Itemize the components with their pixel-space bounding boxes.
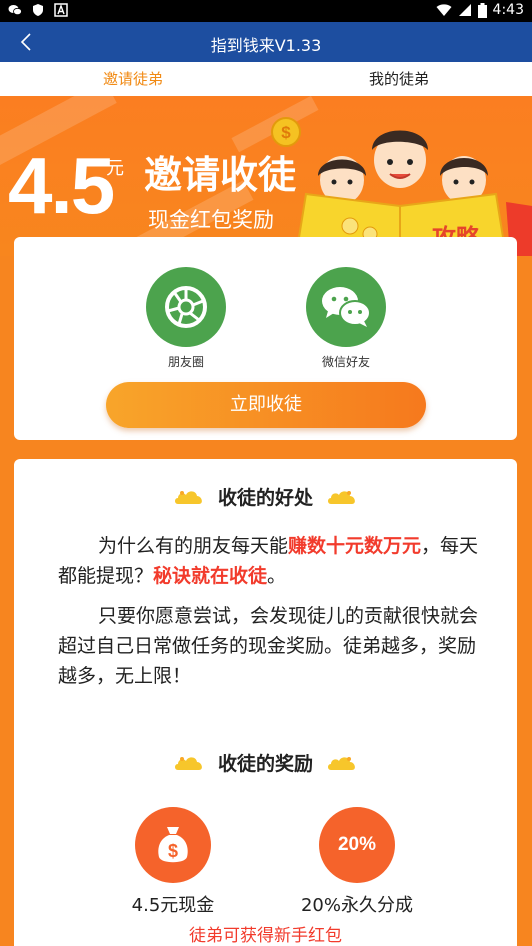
share-wechat-button[interactable]: 微信好友	[286, 267, 406, 370]
newbie-bonus-note: 徒弟可获得新手红包	[189, 926, 342, 946]
wifi-icon	[436, 4, 452, 16]
reward-share-label: 20%永久分成	[300, 895, 413, 916]
benefits-heading: 收徒的好处	[14, 483, 517, 510]
wechat-icon	[8, 5, 22, 16]
share-moments-circle[interactable]	[146, 267, 226, 347]
banner-subtitle: 现金红包奖励	[148, 208, 274, 232]
reward-share-badge: 20%	[319, 807, 395, 883]
benefits-paragraph-2: 只要你愿意尝试，会发现徒儿的贡献很快就会超过自己日常做任务的现金奖励。徒弟越多，…	[58, 605, 479, 687]
cloud-icon	[328, 490, 355, 504]
reward-cash: $ 4.5元现金	[98, 807, 248, 917]
invite-now-button[interactable]: 立即收徒	[106, 382, 426, 428]
share-card: 朋友圈 微信好友 立即收徒	[14, 237, 517, 440]
share-wechat-label: 微信好友	[321, 355, 370, 369]
signal-icon	[458, 4, 471, 16]
rewards-heading: 收徒的奖励	[14, 749, 517, 776]
page-title: 指到钱来V1.33	[210, 36, 322, 55]
system-tray: 4:43	[436, 2, 524, 18]
a-icon	[54, 3, 68, 17]
reward-share: 20% 20%永久分成	[282, 807, 432, 917]
reward-cash-label: 4.5元现金	[131, 895, 215, 916]
reward-unit: 元	[106, 158, 124, 179]
text-segment: 为什么有的朋友每天能	[98, 535, 289, 557]
status-bar: 4:43	[0, 0, 532, 22]
svg-text:$: $	[281, 123, 291, 142]
money-bag-icon: $	[158, 827, 188, 863]
notification-icons	[8, 3, 68, 17]
app-header: 指到钱来V1.33	[0, 22, 532, 62]
highlight-earnings: 赚数十元数万元	[288, 535, 422, 557]
tab-invite[interactable]: 邀请徒弟	[0, 62, 266, 96]
benefits-title: 收徒的好处	[217, 487, 313, 509]
cloud-icon	[174, 756, 202, 770]
rewards-title: 收徒的奖励	[217, 753, 313, 775]
benefits-paragraph-1: 为什么有的朋友每天能赚数十元数万元，每天都能提现？秘诀就在收徒。	[58, 531, 488, 591]
people-reading-illustration: $ 攻略	[271, 117, 532, 256]
cloud-icon	[174, 490, 202, 504]
wechat-friends-icon	[322, 287, 371, 327]
share-wechat-circle[interactable]	[306, 267, 386, 347]
moments-icon	[165, 286, 207, 328]
cloud-icon	[328, 756, 355, 770]
tab-my-disciples[interactable]: 我的徒弟	[266, 62, 532, 96]
share-moments-label: 朋友圈	[167, 355, 204, 369]
clock: 4:43	[492, 2, 524, 18]
text-segment: 。	[267, 565, 287, 587]
highlight-secret: 秘诀就在收徒	[153, 565, 268, 587]
promo-banner: 4.5 元 邀请收徒 现金红包奖励 $ 攻略	[0, 96, 532, 256]
svg-text:$: $	[168, 841, 178, 861]
battery-icon	[477, 2, 487, 18]
shield-icon	[33, 4, 43, 16]
benefits-card: 收徒的好处 为什么有的朋友每天能赚数十元数万元，每天都能提现？秘诀就在收徒。 只…	[14, 459, 517, 946]
tab-bar: 邀请徒弟 我的徒弟	[0, 62, 532, 96]
reward-amount: 4.5	[8, 141, 115, 230]
share-moments-button[interactable]: 朋友圈	[126, 267, 246, 370]
reward-cash-circle: $	[135, 807, 211, 883]
